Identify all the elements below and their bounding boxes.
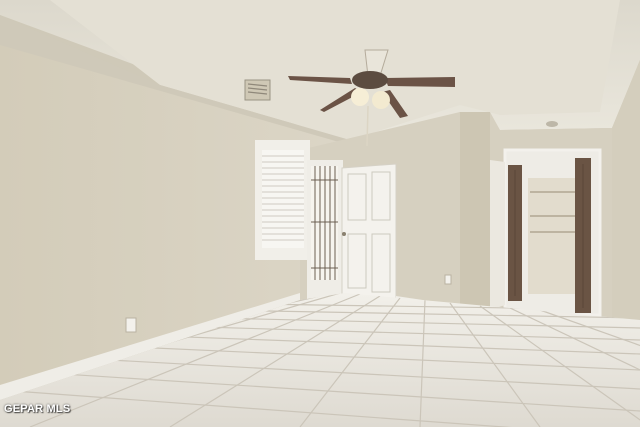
wall-outlet-left (125, 317, 137, 333)
fan-light-2 (372, 91, 390, 109)
fan-motor (352, 71, 388, 89)
fan-blade-right (385, 77, 455, 87)
room-photo: GEPAR MLS (0, 0, 640, 427)
room-illustration (0, 0, 640, 427)
door-knob (342, 232, 346, 236)
white-door (341, 163, 397, 303)
window-blinds (262, 150, 304, 248)
side-door (490, 160, 505, 310)
wall-outlet-back (444, 274, 452, 285)
mls-watermark: GEPAR MLS (4, 403, 71, 415)
closet-interior (528, 178, 576, 294)
fan-light-1 (351, 88, 369, 106)
hall-light-icon (546, 121, 558, 127)
fan-pull-chain (366, 105, 369, 147)
wall-column (460, 112, 490, 312)
